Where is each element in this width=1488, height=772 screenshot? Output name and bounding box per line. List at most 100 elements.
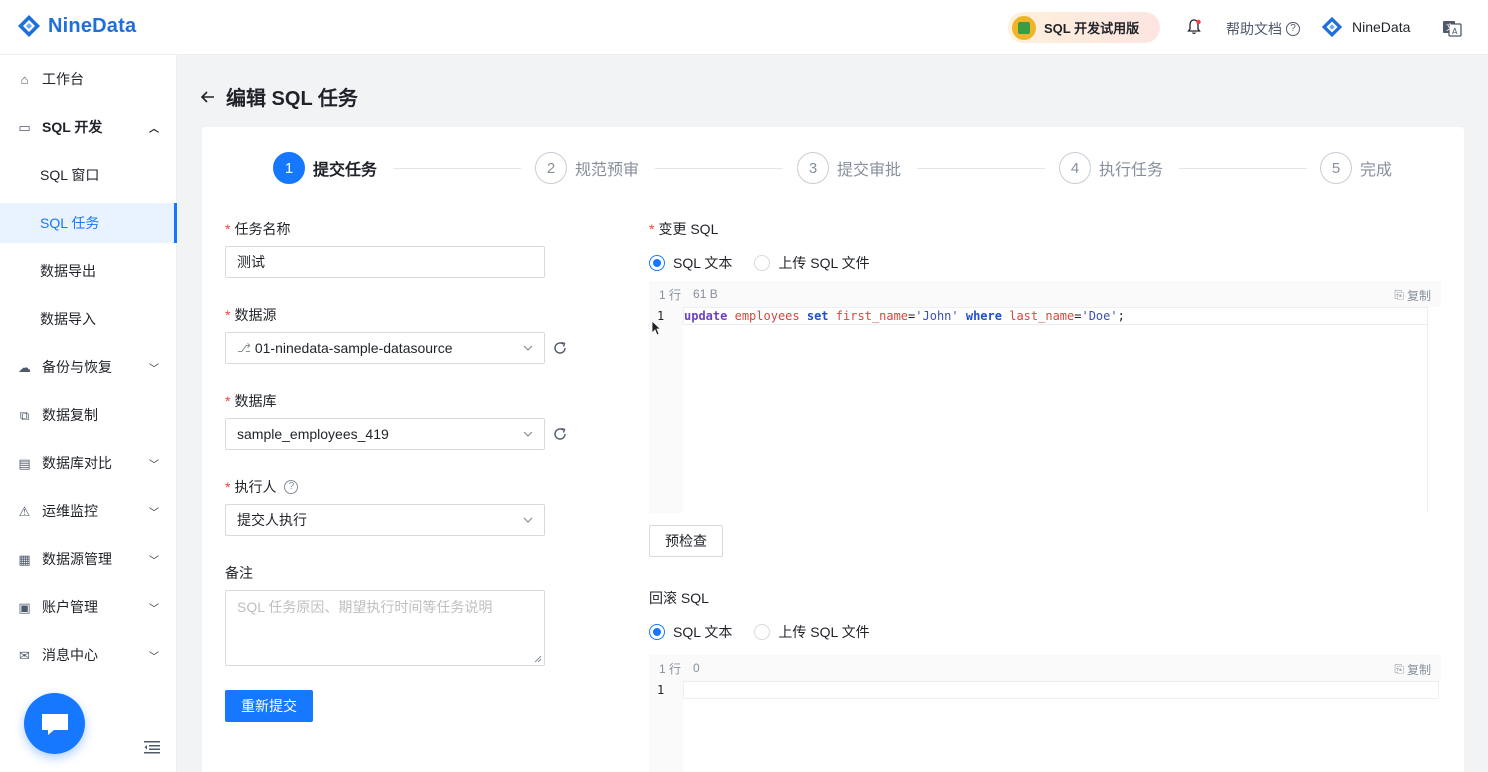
note-label: 备注 — [225, 565, 253, 581]
gift-icon — [1012, 15, 1036, 40]
chevron-down-icon: ﹀ — [149, 604, 159, 615]
radio-upload-file[interactable] — [754, 255, 771, 271]
trial-badge[interactable]: SQL 开发试用版 — [1008, 12, 1160, 43]
sidebar-item-label: SQL 任务 — [40, 215, 100, 231]
step-connector — [917, 168, 1045, 169]
sidebar-item-label: 数据库对比 — [42, 455, 112, 471]
sidebar-item-messages[interactable]: ✉ 消息中心 ﹀ — [0, 635, 177, 675]
sidebar-item-sql-dev[interactable]: ▭ SQL 开发 ︿ — [0, 107, 177, 147]
refresh-datasource-icon[interactable] — [552, 340, 568, 356]
trial-label: SQL 开发试用版 — [1044, 21, 1140, 36]
sidebar-item-sql-task[interactable]: SQL 任务 — [0, 203, 177, 243]
sidebar-item-label: 数据导入 — [40, 311, 96, 327]
sidebar-item-datasource[interactable]: ▦ 数据源管理 ﹀ — [0, 539, 177, 579]
sidebar-item-label: 工作台 — [42, 71, 84, 87]
rollback-sql-mode: SQL 文本 上传 SQL 文件 — [649, 622, 870, 642]
radio-upload-file[interactable] — [754, 624, 771, 640]
sidebar-item-sql-window[interactable]: SQL 窗口 — [0, 155, 177, 195]
change-sql-mode: SQL 文本 上传 SQL 文件 — [649, 253, 870, 273]
resubmit-button[interactable]: 重新提交 — [225, 690, 313, 722]
copy-button[interactable]: ⎘ 复制 — [1394, 661, 1431, 678]
step-approval: 3 提交审批 — [797, 152, 901, 184]
copy-data-icon: ⧉ — [19, 407, 30, 423]
datasource-label: * 数据源 — [225, 307, 277, 323]
sidebar-item-workbench[interactable]: ⌂ 工作台 — [0, 59, 177, 99]
radio-label: 上传 SQL 文件 — [778, 624, 870, 640]
database-value: sample_employees_419 — [237, 426, 389, 442]
copy-button[interactable]: ⎘ 复制 — [1394, 287, 1431, 304]
rollback-sql-label: 回滚 SQL — [649, 590, 709, 606]
datasource-icon: ▦ — [18, 551, 31, 567]
step-label: 规范预审 — [575, 162, 640, 179]
file-size: 0 — [693, 661, 700, 675]
sidebar-item-db-compare[interactable]: ▤ 数据库对比 ﹀ — [0, 443, 177, 483]
radio-label: SQL 文本 — [673, 624, 733, 640]
executor-label: * 执行人 ? — [225, 477, 299, 497]
monitor-icon: ▭ — [18, 119, 31, 135]
sidebar-item-backup[interactable]: ☁ 备份与恢复 ﹀ — [0, 347, 177, 387]
sidebar-item-monitoring[interactable]: ⚠ 运维监控 ﹀ — [0, 491, 177, 531]
datasource-value: 01-ninedata-sample-datasource — [254, 340, 453, 356]
language-switch-icon[interactable]: 文 A — [1442, 18, 1462, 38]
code-area[interactable]: 1 update employees set first_name='John'… — [649, 307, 1441, 513]
user-avatar-icon — [1321, 16, 1343, 38]
sidebar-item-label: 数据源管理 — [42, 551, 112, 567]
sidebar-item-data-import[interactable]: 数据导入 — [0, 299, 177, 339]
step-connector — [1179, 168, 1307, 169]
editor-scrollbar[interactable] — [1427, 307, 1441, 513]
step-submit-task: 1 提交任务 — [273, 152, 377, 184]
refresh-database-icon[interactable] — [552, 426, 568, 442]
collapse-sidebar-icon[interactable] — [144, 740, 160, 754]
code-area[interactable]: 1 — [649, 681, 1441, 772]
step-number: 4 — [1059, 152, 1091, 184]
step-execute: 4 执行任务 — [1059, 152, 1163, 184]
sidebar-item-label: 备份与恢复 — [42, 359, 112, 375]
resize-handle-icon[interactable] — [534, 655, 542, 663]
sidebar-item-data-export[interactable]: 数据导出 — [0, 251, 177, 291]
line-count: 1 行 — [659, 661, 682, 676]
user-menu[interactable]: NineData — [1320, 15, 1410, 39]
database-select[interactable]: sample_employees_419 — [225, 418, 545, 450]
line-gutter — [649, 681, 683, 772]
radio-sql-text[interactable] — [649, 255, 665, 271]
chevron-down-icon: ﹀ — [149, 556, 159, 567]
editor-status-bar: 1 行 0 ⎘ 复制 — [649, 655, 1441, 681]
chevron-down-icon: ﹀ — [149, 508, 159, 519]
task-name-label: * 任务名称 — [225, 221, 291, 237]
chevron-down-icon: ﹀ — [149, 364, 159, 375]
step-label: 完成 — [1360, 162, 1393, 179]
bell-icon[interactable] — [1187, 19, 1201, 35]
task-name-input[interactable]: 测试 — [225, 246, 545, 278]
line-number: 1 — [657, 683, 665, 697]
executor-select[interactable]: 提交人执行 — [225, 504, 545, 536]
sidebar-item-replication[interactable]: ⧉ 数据复制 — [0, 395, 177, 435]
sidebar-item-account[interactable]: ▣ 账户管理 ﹀ — [0, 587, 177, 627]
step-number: 2 — [535, 152, 567, 184]
back-arrow-icon[interactable] — [200, 89, 216, 105]
radio-label: SQL 文本 — [673, 255, 733, 271]
chat-support-button[interactable] — [24, 693, 85, 754]
top-bar: NineData SQL 开发试用版 帮助文档 ? NineData 文 A — [0, 0, 1488, 55]
change-sql-editor: 1 行 61 B ⎘ 复制 1 update employees set fir… — [649, 281, 1441, 513]
step-number: 3 — [797, 152, 829, 184]
chevron-down-icon: ﹀ — [149, 652, 159, 663]
step-number: 5 — [1320, 152, 1352, 184]
chat-icon — [41, 713, 68, 735]
account-icon: ▣ — [18, 599, 31, 615]
brand-name: NineData — [48, 14, 137, 37]
question-icon[interactable]: ? — [284, 480, 299, 494]
help-docs-link[interactable]: 帮助文档 ? — [1226, 19, 1300, 39]
page-header: 编辑 SQL 任务 — [200, 82, 358, 111]
radio-sql-text[interactable] — [649, 624, 665, 640]
home-icon: ⌂ — [20, 71, 29, 87]
editor-status-bar: 1 行 61 B ⎘ 复制 — [649, 281, 1441, 307]
chevron-down-icon — [523, 517, 533, 523]
note-textarea[interactable]: SQL 任务原因、期望执行时间等任务说明 — [225, 590, 545, 666]
rollback-sql-editor: 1 行 0 ⎘ 复制 1 — [649, 655, 1441, 772]
chevron-down-icon — [523, 345, 533, 351]
datasource-select[interactable]: ⎇ 01-ninedata-sample-datasource — [225, 332, 545, 364]
alarm-icon: ⚠ — [18, 503, 31, 519]
precheck-button[interactable]: 预检查 — [649, 525, 723, 557]
logo[interactable]: NineData — [16, 13, 136, 39]
sidebar-item-label: 账户管理 — [42, 599, 98, 615]
